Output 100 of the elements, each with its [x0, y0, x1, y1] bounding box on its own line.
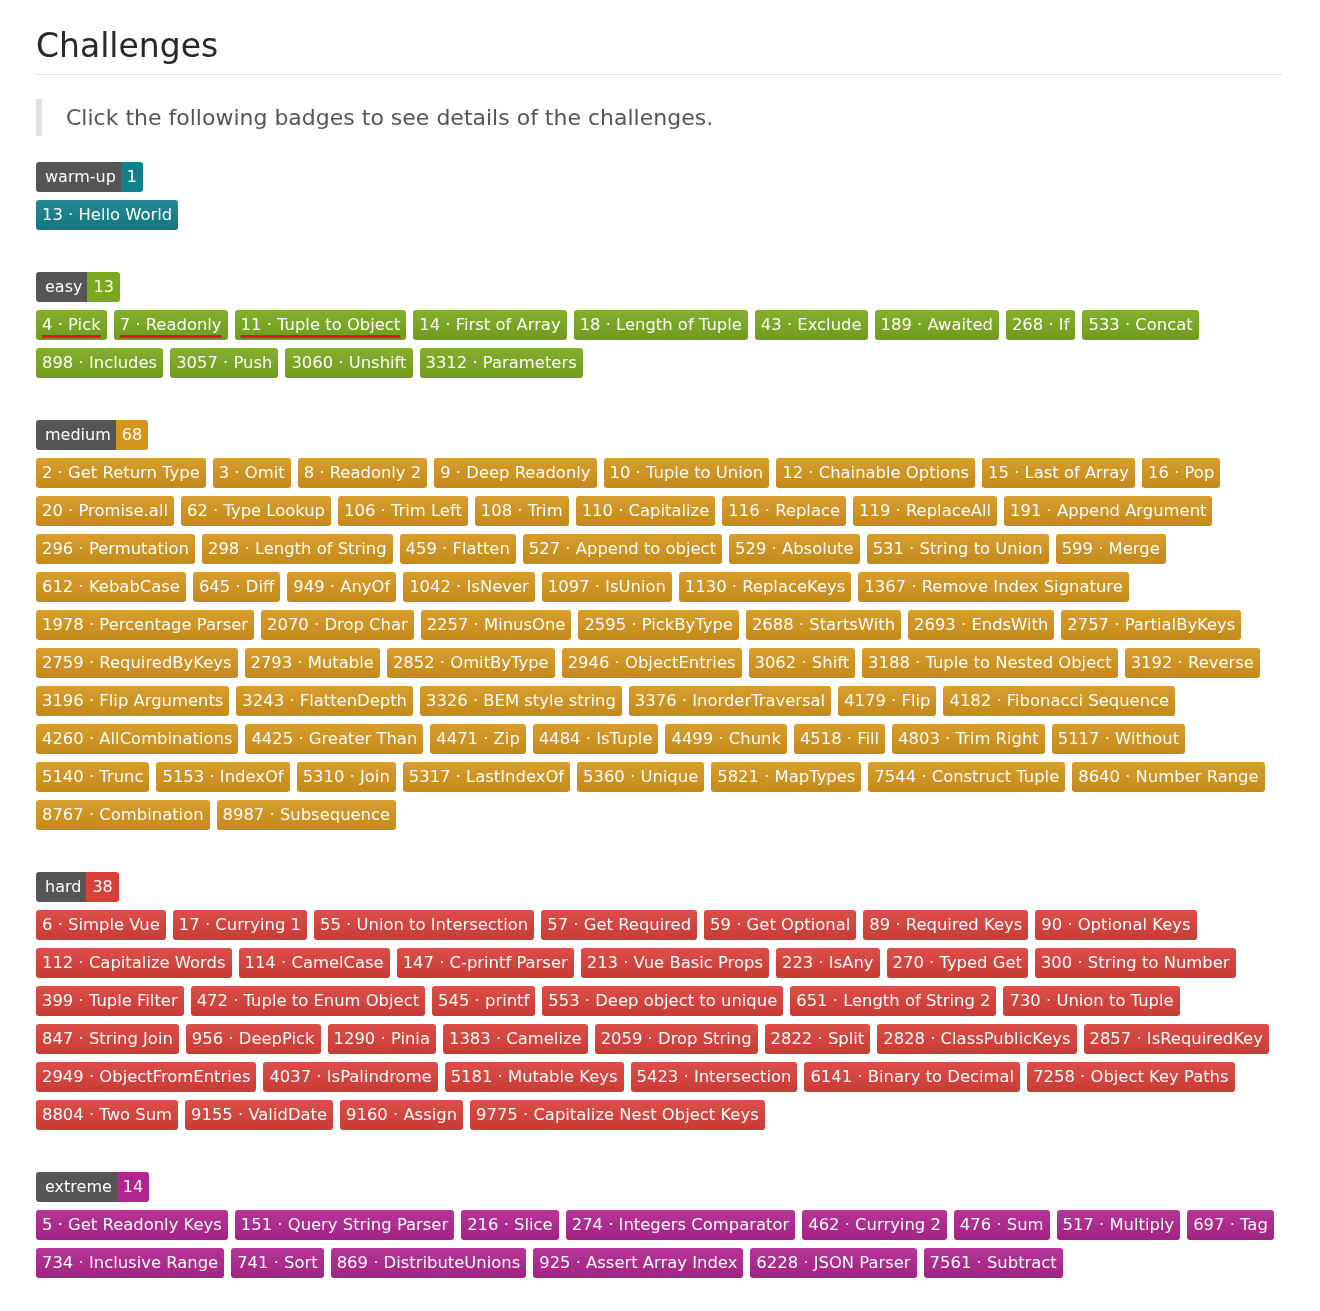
challenge-badge[interactable]: 697 · Tag: [1187, 1209, 1274, 1240]
challenge-badge[interactable]: 5423 · Intersection: [630, 1061, 798, 1092]
challenge-badge[interactable]: 527 · Append to object: [522, 533, 723, 564]
challenge-badge[interactable]: 1290 · Pinia: [327, 1023, 436, 1054]
challenge-badge[interactable]: 5310 · Join: [296, 761, 396, 792]
challenge-badge[interactable]: 4518 · Fill: [793, 723, 886, 754]
challenge-badge[interactable]: 612 · KebabCase: [36, 571, 186, 602]
challenge-badge[interactable]: 2059 · Drop String: [594, 1023, 758, 1054]
challenge-badge[interactable]: 16 · Pop: [1142, 457, 1221, 488]
challenge-badge[interactable]: 17 · Currying 1: [172, 909, 307, 940]
challenge-badge[interactable]: 20 · Promise.all: [36, 495, 174, 526]
challenge-badge[interactable]: 15 · Last of Array: [982, 457, 1136, 488]
challenge-badge[interactable]: 12 · Chainable Options: [776, 457, 976, 488]
challenge-badge[interactable]: 6228 · JSON Parser: [750, 1247, 917, 1278]
challenge-badge[interactable]: 213 · Vue Basic Props: [580, 947, 769, 978]
challenge-badge[interactable]: 7561 · Subtract: [923, 1247, 1063, 1278]
challenge-badge[interactable]: 3 · Omit: [212, 457, 291, 488]
challenge-badge[interactable]: 116 · Replace: [722, 495, 847, 526]
challenge-badge[interactable]: 462 · Currying 2: [802, 1209, 947, 1240]
challenge-badge[interactable]: 3060 · Unshift: [285, 347, 413, 378]
challenge-badge[interactable]: 3057 · Push: [170, 347, 279, 378]
challenge-badge[interactable]: 18 · Length of Tuple: [573, 309, 748, 340]
challenge-badge[interactable]: 106 · Trim Left: [338, 495, 468, 526]
challenge-badge[interactable]: 3192 · Reverse: [1124, 647, 1260, 678]
challenge-badge[interactable]: 268 · If: [1005, 309, 1076, 340]
challenge-badge[interactable]: 949 · AnyOf: [287, 571, 397, 602]
challenge-badge[interactable]: 645 · Diff: [192, 571, 281, 602]
challenge-badge[interactable]: 216 · Slice: [461, 1209, 559, 1240]
challenge-badge[interactable]: 8987 · Subsequence: [216, 799, 397, 830]
challenge-badge[interactable]: 90 · Optional Keys: [1035, 909, 1197, 940]
challenge-badge[interactable]: 1367 · Remove Index Signature: [858, 571, 1129, 602]
challenge-badge[interactable]: 11 · Tuple to Object: [234, 309, 407, 340]
challenge-badge[interactable]: 4803 · Trim Right: [892, 723, 1045, 754]
challenge-badge[interactable]: 5181 · Mutable Keys: [444, 1061, 624, 1092]
challenge-badge[interactable]: 517 · Multiply: [1056, 1209, 1181, 1240]
challenge-badge[interactable]: 5360 · Unique: [577, 761, 705, 792]
challenge-badge[interactable]: 5117 · Without: [1051, 723, 1186, 754]
challenge-badge[interactable]: 6141 · Binary to Decimal: [804, 1061, 1021, 1092]
challenge-badge[interactable]: 189 · Awaited: [874, 309, 999, 340]
challenge-badge[interactable]: 108 · Trim: [474, 495, 569, 526]
challenge-badge[interactable]: 459 · Flatten: [399, 533, 516, 564]
challenge-badge[interactable]: 147 · C-printf Parser: [396, 947, 574, 978]
challenge-badge[interactable]: 472 · Tuple to Enum Object: [190, 985, 426, 1016]
challenge-badge[interactable]: 2822 · Split: [764, 1023, 871, 1054]
challenge-badge[interactable]: 533 · Concat: [1082, 309, 1199, 340]
challenge-badge[interactable]: 3326 · BEM style string: [420, 685, 622, 716]
challenge-badge[interactable]: 3312 · Parameters: [419, 347, 583, 378]
challenge-badge[interactable]: 2828 · ClassPublicKeys: [877, 1023, 1077, 1054]
challenge-badge[interactable]: 529 · Absolute: [729, 533, 860, 564]
challenge-badge[interactable]: 59 · Get Optional: [704, 909, 857, 940]
challenge-badge[interactable]: 869 · DistributeUnions: [330, 1247, 527, 1278]
challenge-badge[interactable]: 57 · Get Required: [541, 909, 698, 940]
challenge-badge[interactable]: 599 · Merge: [1055, 533, 1166, 564]
challenge-badge[interactable]: 8 · Readonly 2: [297, 457, 428, 488]
challenge-badge[interactable]: 62 · Type Lookup: [181, 495, 332, 526]
challenge-badge[interactable]: 191 · Append Argument: [1004, 495, 1213, 526]
challenge-badge[interactable]: 4 · Pick: [36, 309, 107, 340]
challenge-badge[interactable]: 7 · Readonly: [113, 309, 228, 340]
challenge-badge[interactable]: 2857 · IsRequiredKey: [1083, 1023, 1269, 1054]
challenge-badge[interactable]: 112 · Capitalize Words: [36, 947, 232, 978]
challenge-badge[interactable]: 5140 · Trunc: [36, 761, 150, 792]
challenge-badge[interactable]: 4037 · IsPalindrome: [263, 1061, 438, 1092]
challenge-badge[interactable]: 2595 · PickByType: [578, 609, 739, 640]
challenge-badge[interactable]: 4182 · Fibonacci Sequence: [943, 685, 1176, 716]
challenge-badge[interactable]: 730 · Union to Tuple: [1003, 985, 1180, 1016]
challenge-badge[interactable]: 1097 · IsUnion: [541, 571, 672, 602]
challenge-badge[interactable]: 5317 · LastIndexOf: [402, 761, 571, 792]
challenge-badge[interactable]: 89 · Required Keys: [863, 909, 1029, 940]
challenge-badge[interactable]: 1042 · IsNever: [403, 571, 535, 602]
challenge-badge[interactable]: 4471 · Zip: [430, 723, 526, 754]
challenge-badge[interactable]: 296 · Permutation: [36, 533, 195, 564]
challenge-badge[interactable]: 298 · Length of String: [202, 533, 393, 564]
challenge-badge[interactable]: 3243 · FlattenDepth: [236, 685, 413, 716]
challenge-badge[interactable]: 2759 · RequiredByKeys: [36, 647, 238, 678]
challenge-badge[interactable]: 2852 · OmitByType: [386, 647, 555, 678]
challenge-badge[interactable]: 956 · DeepPick: [185, 1023, 321, 1054]
challenge-badge[interactable]: 119 · ReplaceAll: [853, 495, 998, 526]
challenge-badge[interactable]: 7258 · Object Key Paths: [1027, 1061, 1235, 1092]
challenge-badge[interactable]: 553 · Deep object to unique: [542, 985, 784, 1016]
challenge-badge[interactable]: 476 · Sum: [953, 1209, 1050, 1240]
challenge-badge[interactable]: 1130 · ReplaceKeys: [678, 571, 852, 602]
challenge-badge[interactable]: 2257 · MinusOne: [420, 609, 572, 640]
challenge-badge[interactable]: 2793 · Mutable: [244, 647, 380, 678]
challenge-badge[interactable]: 9160 · Assign: [340, 1099, 464, 1130]
challenge-badge[interactable]: 274 · Integers Comparator: [565, 1209, 796, 1240]
challenge-badge[interactable]: 3188 · Tuple to Nested Object: [862, 647, 1118, 678]
challenge-badge[interactable]: 114 · CamelCase: [238, 947, 390, 978]
challenge-badge[interactable]: 9775 · Capitalize Nest Object Keys: [470, 1099, 765, 1130]
challenge-badge[interactable]: 5 · Get Readonly Keys: [36, 1209, 228, 1240]
challenge-badge[interactable]: 43 · Exclude: [754, 309, 868, 340]
challenge-badge[interactable]: 847 · String Join: [36, 1023, 179, 1054]
challenge-badge[interactable]: 8640 · Number Range: [1072, 761, 1265, 792]
challenge-badge[interactable]: 2693 · EndsWith: [908, 609, 1055, 640]
challenge-badge[interactable]: 9155 · ValidDate: [185, 1099, 334, 1130]
challenge-badge[interactable]: 7544 · Construct Tuple: [868, 761, 1066, 792]
challenge-badge[interactable]: 110 · Capitalize: [575, 495, 716, 526]
challenge-badge[interactable]: 741 · Sort: [231, 1247, 324, 1278]
challenge-badge[interactable]: 3196 · Flip Arguments: [36, 685, 230, 716]
challenge-badge[interactable]: 3376 · InorderTraversal: [628, 685, 832, 716]
challenge-badge[interactable]: 1383 · Camelize: [443, 1023, 588, 1054]
